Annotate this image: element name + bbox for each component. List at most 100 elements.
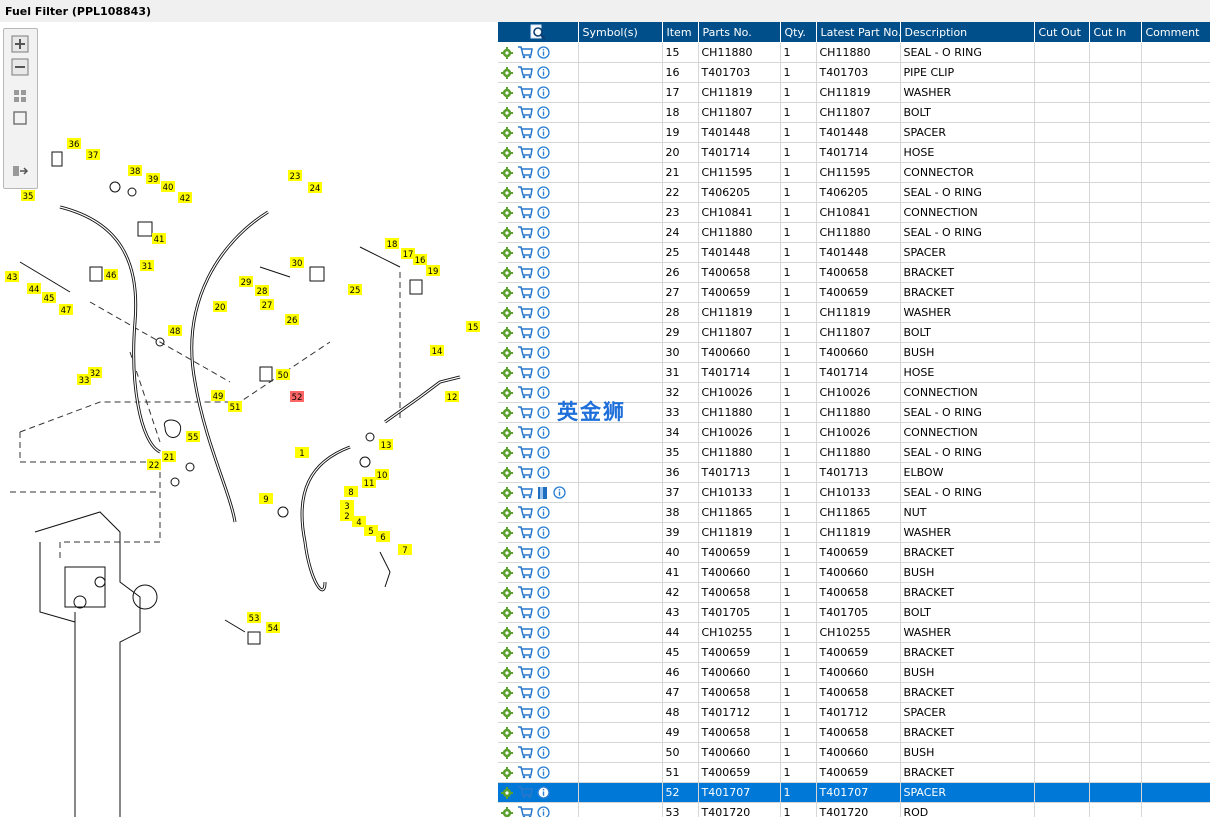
table-row[interactable]: 27 T400659 1 T400659 BRACKET (498, 282, 1210, 303)
gear-icon[interactable] (501, 46, 513, 59)
column-header-qty[interactable]: Qty. (780, 22, 817, 43)
info-icon[interactable] (537, 766, 550, 779)
row-actions[interactable] (498, 142, 579, 163)
gear-icon[interactable] (501, 206, 513, 219)
callout-33[interactable]: 33 (77, 374, 91, 386)
column-header-symbols[interactable]: Symbol(s) (578, 22, 663, 43)
cart-icon[interactable] (517, 326, 533, 339)
row-actions[interactable] (498, 162, 579, 183)
info-icon[interactable] (537, 586, 550, 599)
row-actions[interactable] (498, 562, 579, 583)
row-actions[interactable] (498, 742, 579, 763)
info-icon[interactable] (537, 666, 550, 679)
gear-icon[interactable] (501, 786, 513, 799)
row-actions[interactable] (498, 122, 579, 143)
callout-3[interactable]: 3 (340, 500, 354, 512)
callout-11[interactable]: 11 (362, 477, 376, 489)
table-row[interactable]: 41 T400660 1 T400660 BUSH (498, 562, 1210, 583)
table-row[interactable]: 26 T400658 1 T400658 BRACKET (498, 262, 1210, 283)
info-icon[interactable] (537, 566, 550, 579)
callout-29[interactable]: 29 (239, 276, 253, 288)
row-actions[interactable] (498, 202, 579, 223)
gear-icon[interactable] (501, 86, 513, 99)
callout-52[interactable]: 52 (290, 391, 304, 403)
cart-icon[interactable] (517, 306, 533, 319)
gear-icon[interactable] (501, 146, 513, 159)
callout-28[interactable]: 28 (255, 285, 269, 297)
cart-icon[interactable] (517, 286, 533, 299)
cart-icon[interactable] (517, 446, 533, 459)
zoom-out-icon[interactable] (11, 58, 29, 76)
gear-icon[interactable] (501, 246, 513, 259)
table-row[interactable]: 25 T401448 1 T401448 SPACER (498, 242, 1210, 263)
callout-26[interactable]: 26 (285, 314, 299, 326)
info-icon[interactable] (537, 726, 550, 739)
gear-icon[interactable] (501, 706, 513, 719)
callout-49[interactable]: 49 (211, 390, 225, 402)
info-icon[interactable] (537, 146, 550, 159)
table-row[interactable]: 20 T401714 1 T401714 HOSE (498, 142, 1210, 163)
table-row[interactable]: 38 CH11865 1 CH11865 NUT (498, 502, 1210, 523)
info-icon[interactable] (537, 606, 550, 619)
callout-21[interactable]: 21 (162, 451, 176, 463)
callout-40[interactable]: 40 (161, 181, 175, 193)
row-actions[interactable] (498, 222, 579, 243)
cart-icon[interactable] (517, 246, 533, 259)
cart-icon[interactable] (517, 366, 533, 379)
zoom-in-icon[interactable] (11, 35, 29, 53)
row-actions[interactable] (498, 762, 579, 783)
cart-icon[interactable] (517, 766, 533, 779)
gear-icon[interactable] (501, 646, 513, 659)
row-actions[interactable] (498, 242, 579, 263)
gear-icon[interactable] (501, 666, 513, 679)
callout-31[interactable]: 31 (140, 260, 154, 272)
info-icon[interactable] (537, 366, 550, 379)
info-icon[interactable] (537, 386, 550, 399)
table-row[interactable]: 31 T401714 1 T401714 HOSE (498, 362, 1210, 383)
info-icon[interactable] (537, 526, 550, 539)
info-icon[interactable] (537, 106, 550, 119)
gear-icon[interactable] (501, 746, 513, 759)
callout-46[interactable]: 46 (104, 269, 118, 281)
row-actions[interactable] (498, 622, 579, 643)
table-row[interactable]: 22 T406205 1 T406205 SEAL - O RING (498, 182, 1210, 203)
cart-icon[interactable] (517, 266, 533, 279)
row-actions[interactable] (498, 82, 579, 103)
cart-icon[interactable] (517, 406, 533, 419)
info-icon[interactable] (537, 686, 550, 699)
row-actions[interactable] (498, 582, 579, 603)
info-icon[interactable] (537, 86, 550, 99)
cart-icon[interactable] (517, 506, 533, 519)
callout-37[interactable]: 37 (86, 149, 100, 161)
gear-icon[interactable] (501, 266, 513, 279)
callout-41[interactable]: 41 (152, 233, 166, 245)
callout-25[interactable]: 25 (348, 284, 362, 296)
table-row[interactable]: 42 T400658 1 T400658 BRACKET (498, 582, 1210, 603)
callout-7[interactable]: 7 (398, 544, 412, 556)
callout-17[interactable]: 17 (401, 248, 415, 260)
cart-icon[interactable] (517, 466, 533, 479)
table-row[interactable]: 28 CH11819 1 CH11819 WASHER (498, 302, 1210, 323)
info-icon[interactable] (553, 486, 566, 499)
info-icon[interactable] (537, 406, 550, 419)
cart-icon[interactable] (517, 486, 533, 499)
callout-27[interactable]: 27 (260, 299, 274, 311)
table-row[interactable]: 52 T401707 1 T401707 SPACER (498, 782, 1210, 803)
column-header-parts-no[interactable]: Parts No. (698, 22, 781, 43)
callout-20[interactable]: 20 (213, 301, 227, 313)
fit-all-icon[interactable] (11, 87, 29, 105)
gear-icon[interactable] (501, 366, 513, 379)
table-row[interactable]: 51 T400659 1 T400659 BRACKET (498, 762, 1210, 783)
gear-icon[interactable] (501, 686, 513, 699)
gear-icon[interactable] (501, 446, 513, 459)
row-actions[interactable] (498, 482, 579, 503)
row-actions[interactable] (498, 662, 579, 683)
table-row[interactable]: 53 T401720 1 T401720 ROD (498, 802, 1210, 817)
gear-icon[interactable] (501, 726, 513, 739)
table-row[interactable]: 50 T400660 1 T400660 BUSH (498, 742, 1210, 763)
callout-5[interactable]: 5 (364, 525, 378, 537)
cart-icon[interactable] (517, 726, 533, 739)
table-row[interactable]: 29 CH11807 1 CH11807 BOLT (498, 322, 1210, 343)
exploded-diagram-panel[interactable]: 1 2 3 4 5 6 7 8 9 10 11 12 13 14 15 16 17 18 19 20 21 22 23 24 2… (0, 22, 496, 817)
table-row[interactable]: 40 T400659 1 T400659 BRACKET (498, 542, 1210, 563)
